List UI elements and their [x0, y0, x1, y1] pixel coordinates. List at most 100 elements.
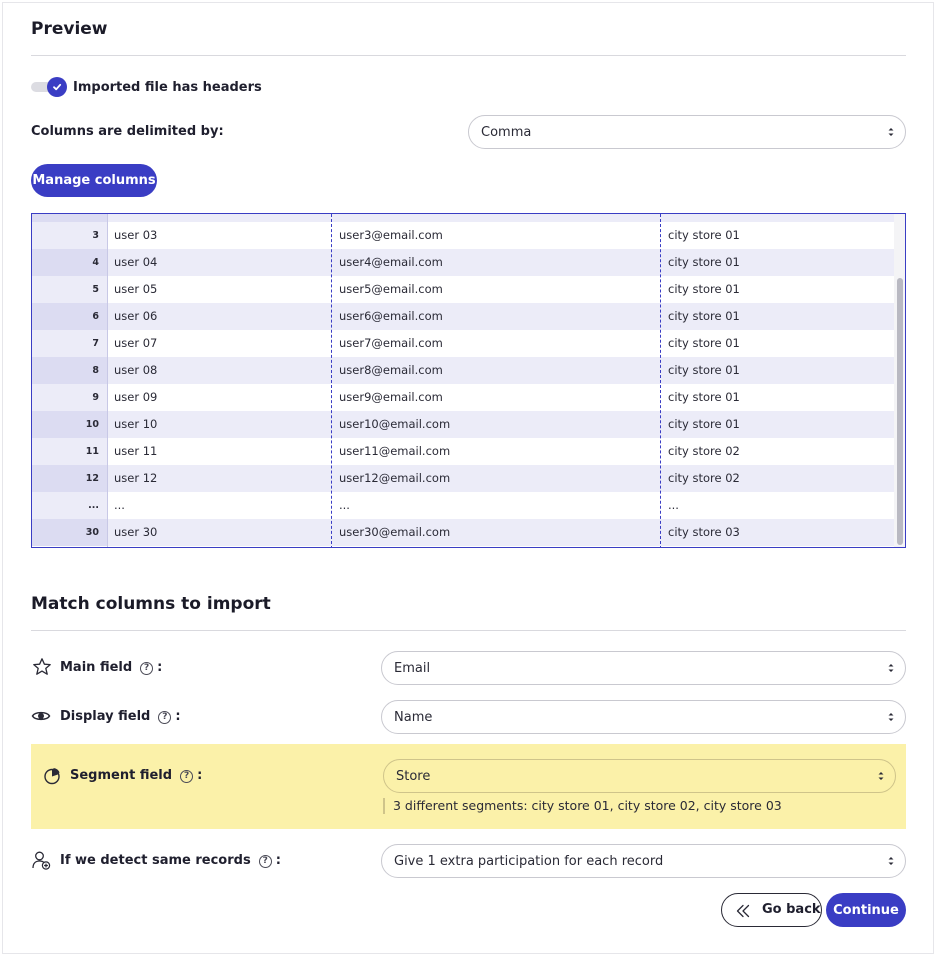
store-cell: ... — [668, 498, 679, 512]
store-cell: city store 01 — [668, 255, 740, 269]
email-cell: user12@email.com — [339, 471, 451, 485]
row-number: 4 — [32, 249, 107, 276]
preview-table[interactable]: 3 user 03 user3@email.com city store 01 4 use… — [31, 213, 906, 548]
name-cell: user 05 — [114, 282, 158, 296]
name-cell: user 12 — [114, 471, 158, 485]
continue-button[interactable]: Continue — [826, 893, 906, 927]
email-cell: user9@email.com — [339, 390, 443, 404]
up-down-arrows-icon — [888, 128, 894, 136]
email-cell: user7@email.com — [339, 336, 443, 350]
row-number: 12 — [32, 465, 107, 492]
delimiter-select-value: Comma — [481, 124, 532, 140]
table-row[interactable]: 3 user 03 user3@email.com city store 01 — [32, 222, 895, 249]
table-scrollbar-thumb[interactable] — [897, 278, 903, 545]
same-records-select-value: Give 1 extra participation for each reco… — [394, 853, 664, 869]
question-circle-icon[interactable]: ? — [258, 855, 272, 868]
headers-toggle[interactable] — [31, 77, 67, 97]
same-records-select[interactable]: Give 1 extra participation for each reco… — [381, 844, 906, 878]
row-number: 7 — [32, 330, 107, 357]
email-cell: user11@email.com — [339, 444, 451, 458]
row-number: 10 — [32, 411, 107, 438]
question-circle-icon[interactable]: ? — [158, 711, 172, 724]
preview-title: Preview — [31, 19, 108, 39]
row-number: 9 — [32, 384, 107, 411]
table-row — [32, 214, 895, 222]
table-row[interactable]: 9 user 09 user9@email.com city store 01 — [32, 384, 895, 411]
email-cell: user6@email.com — [339, 309, 443, 323]
table-row[interactable]: 8 user 08 user8@email.com city store 01 — [32, 357, 895, 384]
table-scrollbar[interactable] — [894, 214, 905, 547]
same-records-label: If we detect same records?: — [60, 853, 281, 868]
name-cell: ... — [114, 498, 125, 512]
table-row[interactable]: ............ — [32, 492, 895, 519]
display-field-label-text: Display field — [60, 709, 151, 724]
same-records-label-text: If we detect same records — [60, 853, 251, 868]
store-cell: city store 01 — [668, 390, 740, 404]
up-down-arrows-icon — [888, 664, 894, 672]
display-field-label: Display field?: — [60, 709, 181, 724]
name-cell: user 03 — [114, 228, 158, 242]
name-cell: user 04 — [114, 255, 158, 269]
row-number: 30 — [32, 519, 107, 546]
store-cell: city store 01 — [668, 336, 740, 350]
store-cell: city store 01 — [668, 282, 740, 296]
row-number: 11 — [32, 438, 107, 465]
store-cell: city store 02 — [668, 471, 740, 485]
store-cell: city store 01 — [668, 309, 740, 323]
main-field-label-text: Main field — [60, 660, 133, 675]
toggle-knob — [47, 77, 67, 97]
store-cell: city store 01 — [668, 228, 740, 242]
go-back-button[interactable]: Go back — [721, 893, 822, 927]
up-down-arrows-icon — [888, 713, 894, 721]
name-cell: user 07 — [114, 336, 158, 350]
email-cell: user3@email.com — [339, 228, 443, 242]
eye-icon — [31, 711, 51, 721]
up-down-arrows-icon — [878, 772, 884, 780]
table-row[interactable]: 12 user 12 user12@email.com city store 02 — [32, 465, 895, 492]
row-number: 8 — [32, 357, 107, 384]
store-cell: city store 03 — [668, 525, 740, 539]
email-cell: ... — [339, 498, 350, 512]
up-down-arrows-icon — [888, 857, 894, 865]
main-field-select[interactable]: Email — [381, 651, 906, 685]
display-field-colon: : — [175, 709, 181, 724]
segment-field-label-text: Segment field — [70, 768, 173, 783]
email-cell: user8@email.com — [339, 363, 443, 377]
delimiter-select[interactable]: Comma — [468, 115, 906, 149]
preview-divider — [31, 55, 906, 56]
question-circle-icon[interactable]: ? — [180, 770, 194, 783]
segment-hint: 3 different segments: city store 01, cit… — [383, 798, 782, 814]
table-row[interactable]: 6 user 06 user6@email.com city store 01 — [32, 303, 895, 330]
display-field-select[interactable]: Name — [381, 700, 906, 734]
email-cell: user4@email.com — [339, 255, 443, 269]
name-cell: user 11 — [114, 444, 158, 458]
email-cell: user10@email.com — [339, 417, 451, 431]
headers-toggle-label: Imported file has headers — [73, 80, 262, 95]
name-cell: user 06 — [114, 309, 158, 323]
row-number-divider — [107, 214, 108, 547]
row-number: ... — [32, 492, 107, 519]
name-cell: user 08 — [114, 363, 158, 377]
column-divider — [660, 214, 661, 547]
table-row[interactable]: 7 user 07 user7@email.com city store 01 — [32, 330, 895, 357]
row-number: 6 — [32, 303, 107, 330]
display-field-select-value: Name — [394, 709, 433, 725]
table-row[interactable]: 4 user 04 user4@email.com city store 01 — [32, 249, 895, 276]
segment-field-select[interactable]: Store — [383, 759, 896, 793]
table-row[interactable]: 30 user 30 user30@email.com city store 03 — [32, 519, 895, 546]
table-row[interactable]: 11 user 11 user11@email.com city store 02 — [32, 438, 895, 465]
row-number: 3 — [32, 222, 107, 249]
pie-chart-icon — [44, 768, 60, 785]
table-row[interactable]: 10 user 10 user10@email.com city store 01 — [32, 411, 895, 438]
main-field-label: Main field?: — [60, 660, 162, 675]
double-chevron-left-icon — [736, 904, 750, 918]
store-cell: city store 01 — [668, 363, 740, 377]
same-records-colon: : — [275, 853, 281, 868]
table-row[interactable]: 5 user 05 user5@email.com city store 01 — [32, 276, 895, 303]
manage-columns-button[interactable]: Manage columns — [31, 164, 157, 197]
name-cell: user 10 — [114, 417, 158, 431]
row-number: 5 — [32, 276, 107, 303]
main-field-colon: : — [157, 660, 163, 675]
segment-field-select-value: Store — [396, 768, 431, 784]
question-circle-icon[interactable]: ? — [140, 662, 154, 675]
